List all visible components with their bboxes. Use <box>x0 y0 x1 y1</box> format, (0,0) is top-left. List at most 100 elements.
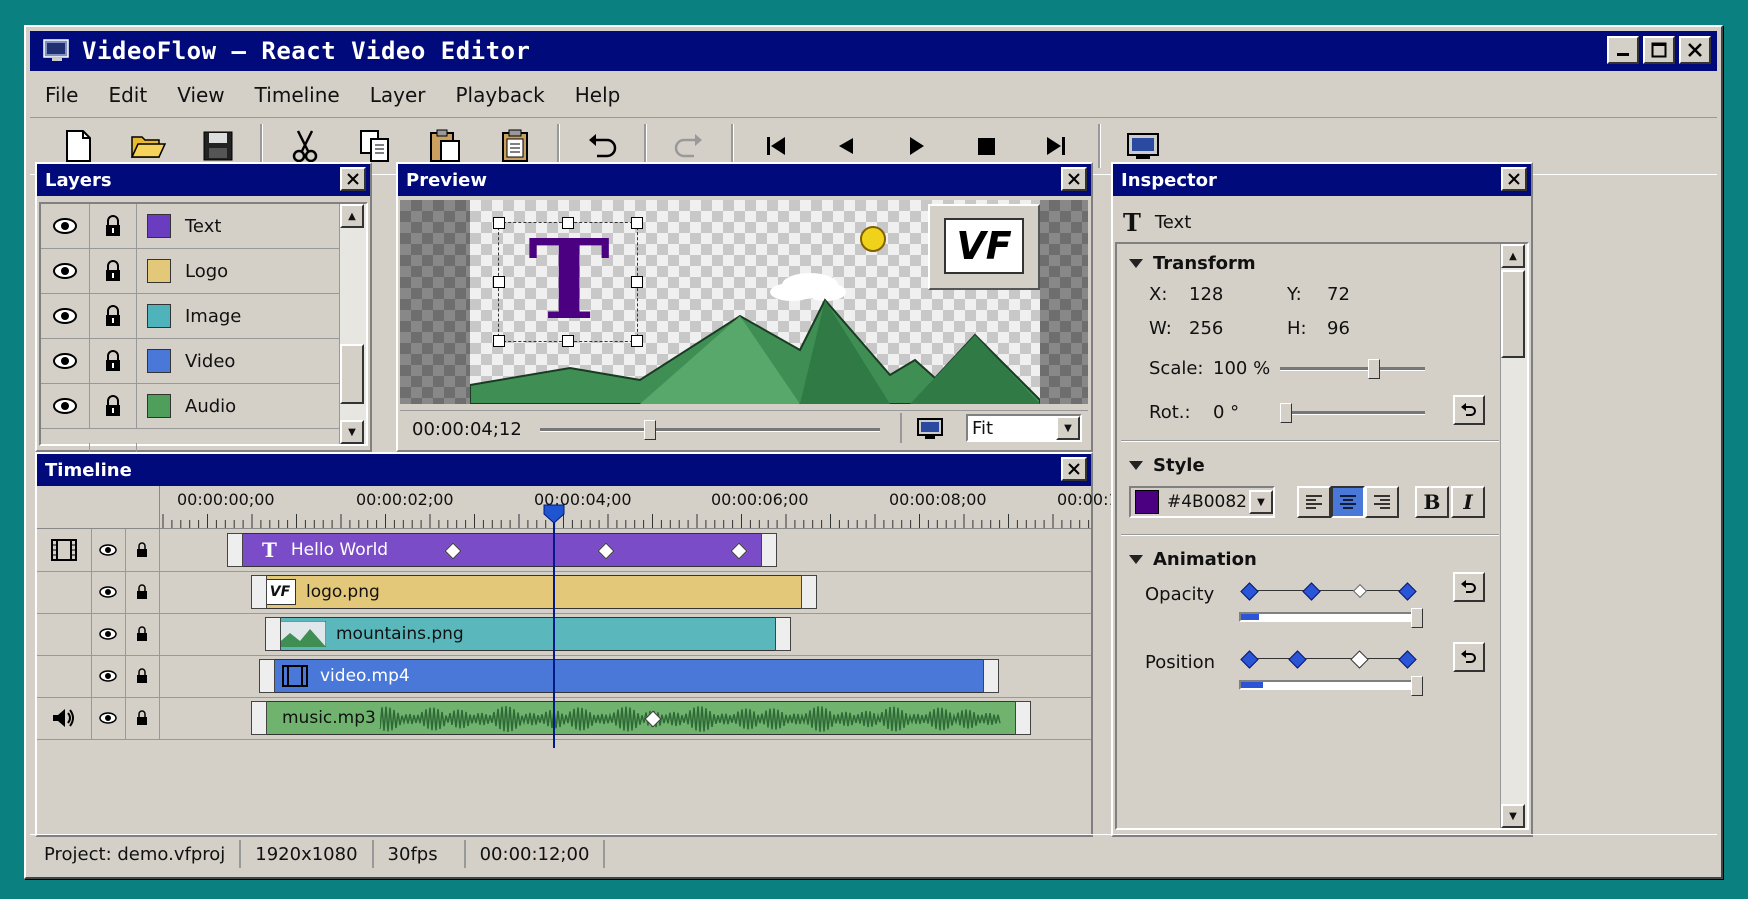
transform-section-header[interactable]: Transform <box>1117 248 1256 278</box>
color-dropdown-button[interactable]: ▼ <box>1249 490 1273 514</box>
h-value[interactable]: 96 <box>1327 318 1350 339</box>
scroll-thumb[interactable] <box>340 344 364 404</box>
visibility-toggle[interactable] <box>41 339 90 383</box>
keyframe-diamond[interactable] <box>1398 582 1417 601</box>
scroll-down-button[interactable]: ▼ <box>340 420 364 444</box>
bold-button[interactable]: B <box>1415 486 1449 518</box>
position-slider-thumb[interactable] <box>1411 676 1423 696</box>
clip-trim-handle-right[interactable] <box>1015 701 1031 735</box>
title-bar[interactable]: VideoFlow – React Video Editor <box>30 31 1717 71</box>
position-keyframe-track[interactable] <box>1249 658 1409 659</box>
clip-trim-handle-left[interactable] <box>251 701 267 735</box>
scroll-up-button[interactable]: ▲ <box>1501 244 1525 268</box>
color-picker[interactable]: #4B0082 ▼ <box>1129 486 1275 518</box>
visibility-toggle[interactable] <box>41 249 90 293</box>
clip-trim-handle-left[interactable] <box>259 659 275 693</box>
clip-trim-handle-right[interactable] <box>775 617 791 651</box>
playhead[interactable] <box>553 508 555 748</box>
maximize-button[interactable] <box>1643 36 1675 64</box>
track-lock-toggle[interactable] <box>125 571 160 613</box>
text-overlay[interactable]: T <box>493 215 643 347</box>
resize-handle[interactable] <box>631 335 643 347</box>
close-button[interactable] <box>1679 36 1711 64</box>
monitor-icon[interactable] <box>916 417 944 441</box>
align-center-button[interactable] <box>1331 486 1365 518</box>
preview-viewport[interactable]: T VF <box>400 200 1088 404</box>
menu-timeline[interactable]: Timeline <box>240 83 355 107</box>
keyframe-diamond[interactable] <box>1350 650 1369 669</box>
menu-file[interactable]: File <box>30 83 93 107</box>
lock-toggle[interactable] <box>90 249 137 293</box>
menu-playback[interactable]: Playback <box>440 83 559 107</box>
track-visibility-toggle[interactable] <box>91 697 126 739</box>
resize-handle[interactable] <box>493 276 505 288</box>
resize-handle[interactable] <box>493 217 505 229</box>
rotation-slider-thumb[interactable] <box>1280 403 1292 423</box>
inspector-panel-close-button[interactable] <box>1501 167 1527 191</box>
resize-handle[interactable] <box>631 217 643 229</box>
track-lock-toggle[interactable] <box>125 529 160 571</box>
position-slider[interactable] <box>1239 680 1419 690</box>
resize-handle[interactable] <box>562 335 574 347</box>
opacity-slider[interactable] <box>1239 612 1419 622</box>
opacity-slider-thumb[interactable] <box>1411 608 1423 628</box>
scale-slider-track[interactable] <box>1280 367 1425 371</box>
keyframe-diamond[interactable] <box>1398 650 1417 669</box>
visibility-toggle[interactable] <box>41 294 90 338</box>
italic-button[interactable]: I <box>1451 486 1485 518</box>
x-value[interactable]: 128 <box>1189 284 1223 305</box>
zoom-dropdown-button[interactable]: ▼ <box>1056 416 1080 440</box>
zoom-select[interactable]: Fit ▼ <box>966 414 1082 442</box>
w-value[interactable]: 256 <box>1189 318 1223 339</box>
timeline-clip[interactable]: T Hello World <box>227 533 777 567</box>
track-visibility-toggle[interactable] <box>91 655 126 697</box>
vf-logo[interactable]: VF <box>928 204 1040 290</box>
track-lock-toggle[interactable] <box>125 613 160 655</box>
align-left-button[interactable] <box>1297 486 1331 518</box>
opacity-keyframe-track[interactable] <box>1249 590 1409 591</box>
preview-panel-close-button[interactable] <box>1061 167 1087 191</box>
reset-position-button[interactable] <box>1453 642 1485 672</box>
lock-toggle[interactable] <box>90 384 137 428</box>
timeline-clip[interactable]: VF logo.png <box>251 575 817 609</box>
lock-toggle[interactable] <box>90 204 137 248</box>
keyframe-diamond[interactable] <box>1240 582 1259 601</box>
layer-row[interactable]: Image <box>41 294 366 339</box>
clip-trim-handle-left[interactable] <box>251 575 267 609</box>
inspector-scrollbar[interactable]: ▲ ▼ <box>1500 244 1527 828</box>
rotation-value[interactable]: 0 ° <box>1213 402 1239 423</box>
track-visibility-toggle[interactable] <box>91 613 126 655</box>
clip-trim-handle-right[interactable] <box>983 659 999 693</box>
timeline-clip[interactable]: mountains.png <box>265 617 791 651</box>
resize-handle[interactable] <box>562 217 574 229</box>
timeline-clip[interactable]: music.mp3 <box>251 701 1031 735</box>
clip-trim-handle-right[interactable] <box>801 575 817 609</box>
resize-handle[interactable] <box>631 276 643 288</box>
layer-row[interactable]: Logo <box>41 249 366 294</box>
rotation-slider-track[interactable] <box>1280 411 1425 415</box>
track-visibility-toggle[interactable] <box>91 571 126 613</box>
track-lock-toggle[interactable] <box>125 697 160 739</box>
animation-section-header[interactable]: Animation <box>1117 544 1257 574</box>
lock-toggle[interactable] <box>90 294 137 338</box>
reset-rotation-button[interactable] <box>1453 395 1485 425</box>
keyframe-diamond[interactable] <box>1288 650 1307 669</box>
clip-trim-handle-right[interactable] <box>761 533 777 567</box>
timeline-clip[interactable]: video.mp4 <box>259 659 999 693</box>
scale-slider-thumb[interactable] <box>1367 359 1380 379</box>
menu-layer[interactable]: Layer <box>355 83 441 107</box>
visibility-toggle[interactable] <box>41 204 90 248</box>
preview-scrubber-thumb[interactable] <box>643 420 656 440</box>
scale-value[interactable]: 100 % <box>1213 358 1270 379</box>
keyframe-diamond[interactable] <box>1240 650 1259 669</box>
layers-panel-close-button[interactable] <box>340 167 366 191</box>
scroll-up-button[interactable]: ▲ <box>340 204 364 228</box>
minimize-button[interactable] <box>1607 36 1639 64</box>
layer-row[interactable]: Audio <box>41 384 366 429</box>
clip-trim-handle-left[interactable] <box>227 533 243 567</box>
preview-scrubber-track[interactable] <box>540 428 880 432</box>
reset-opacity-button[interactable] <box>1453 572 1485 602</box>
layer-row[interactable]: Text <box>41 204 366 249</box>
layers-scrollbar[interactable]: ▲ ▼ <box>339 204 366 444</box>
scroll-down-button[interactable]: ▼ <box>1501 804 1525 828</box>
